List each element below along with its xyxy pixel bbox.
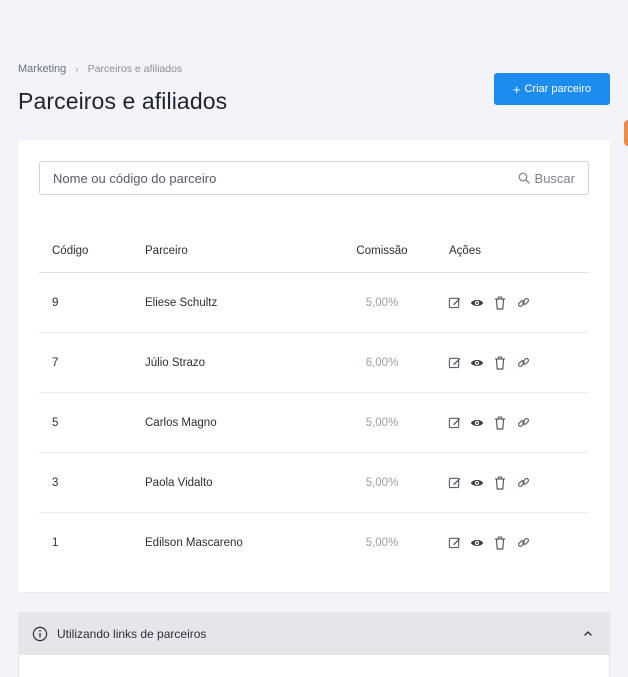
cell-code: 5 [52,416,59,429]
delete-icon[interactable] [493,476,507,490]
header-actions: Ações [449,245,481,257]
table-row: 5 Carlos Magno 5,00% [39,393,589,453]
delete-icon[interactable] [493,536,507,550]
delete-icon[interactable] [493,416,507,430]
link-icon[interactable] [516,356,530,370]
delete-icon[interactable] [493,296,507,310]
link-icon[interactable] [516,476,530,490]
cell-commission: 5,00% [365,416,399,429]
breadcrumb-separator: › [75,63,79,75]
link-icon[interactable] [516,416,530,430]
search-box: Buscar [39,161,589,195]
edit-icon[interactable] [447,356,461,370]
page-title: Parceiros e afiliados [18,88,228,114]
info-panel-title: Utilizando links de parceiros [57,626,207,641]
cell-code: 3 [52,476,59,489]
create-partner-button[interactable]: + Criar parceiro [494,73,610,105]
info-icon [32,626,48,641]
plus-icon: + [512,81,521,97]
table-body: 9 Eliese Schultz 5,00% 7 Júlio Strazo 6,… [39,273,589,572]
cell-commission: 5,00% [365,296,399,309]
chevron-up-icon[interactable] [582,627,594,639]
link-icon[interactable] [516,296,530,310]
cell-partner: Edilson Mascareno [145,536,243,549]
header-partner[interactable]: Parceiro [145,245,337,257]
cell-commission: 5,00% [365,536,399,549]
table-row: 3 Paola Vidalto 5,00% [39,453,589,513]
cell-code: 9 [52,296,59,309]
cell-actions [427,356,567,370]
edge-accent [624,120,628,146]
cell-partner: Eliese Schultz [145,296,218,309]
search-icon [518,172,530,184]
cell-commission: 5,00% [365,476,399,489]
view-icon[interactable] [470,416,484,430]
delete-icon[interactable] [493,356,507,370]
partner-links-info-panel[interactable]: Utilizando links de parceiros [18,612,610,655]
cell-actions [427,476,567,490]
search-button-label: Buscar [534,170,575,186]
edit-icon[interactable] [447,476,461,490]
table-row: 7 Júlio Strazo 6,00% [39,333,589,393]
view-icon[interactable] [470,356,484,370]
breadcrumb: Marketing › Parceiros e afiliados [18,63,182,75]
cell-partner: Paola Vidalto [145,476,213,489]
cell-actions [427,296,567,310]
edit-icon[interactable] [447,536,461,550]
cell-commission: 6,00% [365,356,399,369]
partners-card: Buscar Código Parceiro Comissão Ações 9 … [18,140,610,592]
breadcrumb-current: Parceiros e afiliados [87,63,183,75]
cell-code: 7 [52,356,59,369]
view-icon[interactable] [470,476,484,490]
search-button[interactable]: Buscar [518,171,588,186]
cell-code: 1 [52,536,59,549]
search-input[interactable] [40,162,518,194]
create-partner-label: Criar parceiro [524,83,592,95]
breadcrumb-marketing-link[interactable]: Marketing [18,63,66,75]
table-header: Código Parceiro Comissão Ações [39,230,589,273]
view-icon[interactable] [470,296,484,310]
cell-partner: Carlos Magno [145,416,217,429]
header-commission[interactable]: Comissão [337,245,427,257]
table-row: 9 Eliese Schultz 5,00% [39,273,589,333]
view-icon[interactable] [470,536,484,550]
cell-partner: Júlio Strazo [145,356,206,369]
header-code[interactable]: Código [39,245,145,257]
link-icon[interactable] [516,536,530,550]
partners-table: Código Parceiro Comissão Ações 9 Eliese … [39,230,589,572]
info-panel-body [18,655,610,677]
table-row: 1 Edilson Mascareno 5,00% [39,513,589,572]
edit-icon[interactable] [447,416,461,430]
cell-actions [427,536,567,550]
edit-icon[interactable] [447,296,461,310]
cell-actions [427,416,567,430]
